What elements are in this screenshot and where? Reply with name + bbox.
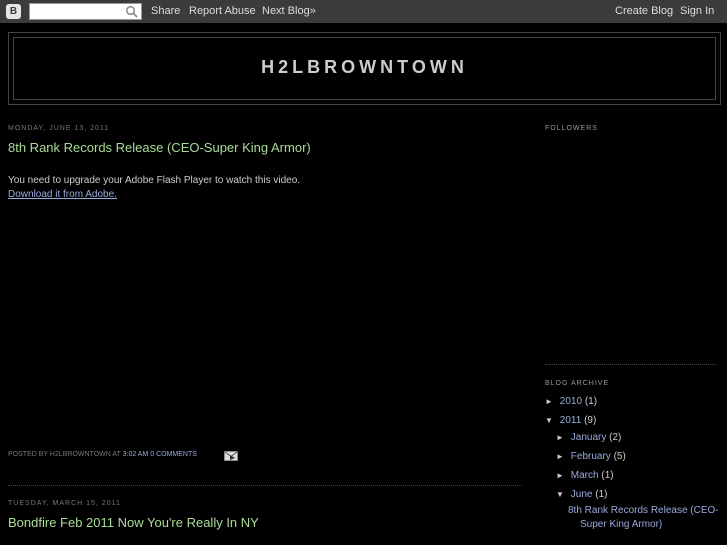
- expand-toggle-icon[interactable]: ►: [556, 452, 568, 461]
- archive-month-january[interactable]: ► January (2): [556, 432, 621, 443]
- archive-post-link[interactable]: 8th Rank Records Release (CEO-: [568, 505, 719, 516]
- archive-month-march[interactable]: ► March (1): [556, 470, 614, 481]
- comments-link[interactable]: 0 COMMENTS: [150, 451, 197, 458]
- email-post-icon[interactable]: [224, 451, 238, 461]
- archive-month-label[interactable]: February: [571, 451, 611, 462]
- archive-month-label[interactable]: June: [571, 489, 593, 500]
- share-link[interactable]: Share: [151, 5, 180, 17]
- archive-count: (1): [595, 489, 608, 500]
- blogger-icon[interactable]: B: [6, 4, 21, 19]
- expand-toggle-icon[interactable]: ►: [545, 397, 557, 406]
- archive-month-label[interactable]: March: [571, 470, 599, 481]
- archive-year-2011[interactable]: ▼ 2011 (9): [545, 415, 596, 426]
- post-date: TUESDAY, MARCH 15, 2011: [8, 500, 121, 507]
- archive-count: (1): [584, 396, 598, 407]
- post-date: MONDAY, JUNE 13, 2011: [8, 125, 110, 132]
- sidebar-divider: [545, 364, 717, 365]
- collapse-toggle-icon[interactable]: ▼: [545, 416, 557, 425]
- collapse-toggle-icon[interactable]: ▼: [556, 490, 568, 499]
- archive-month-label[interactable]: January: [571, 432, 607, 443]
- create-blog-link[interactable]: Create Blog: [615, 5, 673, 17]
- blog-header: H2LBROWNTOWN: [8, 32, 721, 105]
- blog-archive-heading: BLOG ARCHIVE: [545, 380, 610, 387]
- archive-year-2010[interactable]: ► 2010 (1): [545, 396, 597, 407]
- search-input[interactable]: [29, 3, 142, 20]
- next-blog-link[interactable]: Next Blog»: [262, 5, 316, 17]
- archive-post-link-continued[interactable]: Super King Armor): [580, 519, 662, 530]
- search-icon[interactable]: [125, 5, 138, 18]
- archive-month-june[interactable]: ▼ June (1): [556, 489, 607, 500]
- blogger-navbar: B Share Report Abuse Next Blog» Create B…: [0, 0, 727, 23]
- expand-toggle-icon[interactable]: ►: [556, 471, 568, 480]
- archive-count: (5): [613, 451, 626, 462]
- post-time-link[interactable]: 3:02 AM: [123, 451, 149, 458]
- expand-toggle-icon[interactable]: ►: [556, 433, 568, 442]
- post-divider: [8, 485, 522, 486]
- posted-by-text: POSTED BY H2LBROWNTOWN AT: [8, 451, 121, 458]
- flash-download-link[interactable]: Download it from Adobe.: [8, 189, 117, 200]
- archive-count: (2): [609, 432, 622, 443]
- flash-upgrade-message: You need to upgrade your Adobe Flash Pla…: [8, 175, 301, 186]
- followers-heading: FOLLOWERS: [545, 125, 598, 132]
- archive-year-label[interactable]: 2011: [560, 415, 582, 426]
- sign-in-link[interactable]: Sign In: [680, 5, 714, 17]
- archive-month-february[interactable]: ► February (5): [556, 451, 626, 462]
- blog-header-inner: H2LBROWNTOWN: [13, 37, 716, 100]
- archive-year-label[interactable]: 2010: [560, 396, 582, 407]
- archive-count: (1): [601, 470, 614, 481]
- post-title[interactable]: Bondfire Feb 2011 Now You're Really In N…: [8, 515, 259, 530]
- archive-count: (9): [584, 415, 597, 426]
- blog-title[interactable]: H2LBROWNTOWN: [14, 57, 715, 78]
- post-footer: POSTED BY H2LBROWNTOWN AT 3:02 AM 0 COMM…: [8, 451, 197, 458]
- post-title[interactable]: 8th Rank Records Release (CEO-Super King…: [8, 140, 311, 155]
- report-abuse-link[interactable]: Report Abuse: [189, 5, 256, 17]
